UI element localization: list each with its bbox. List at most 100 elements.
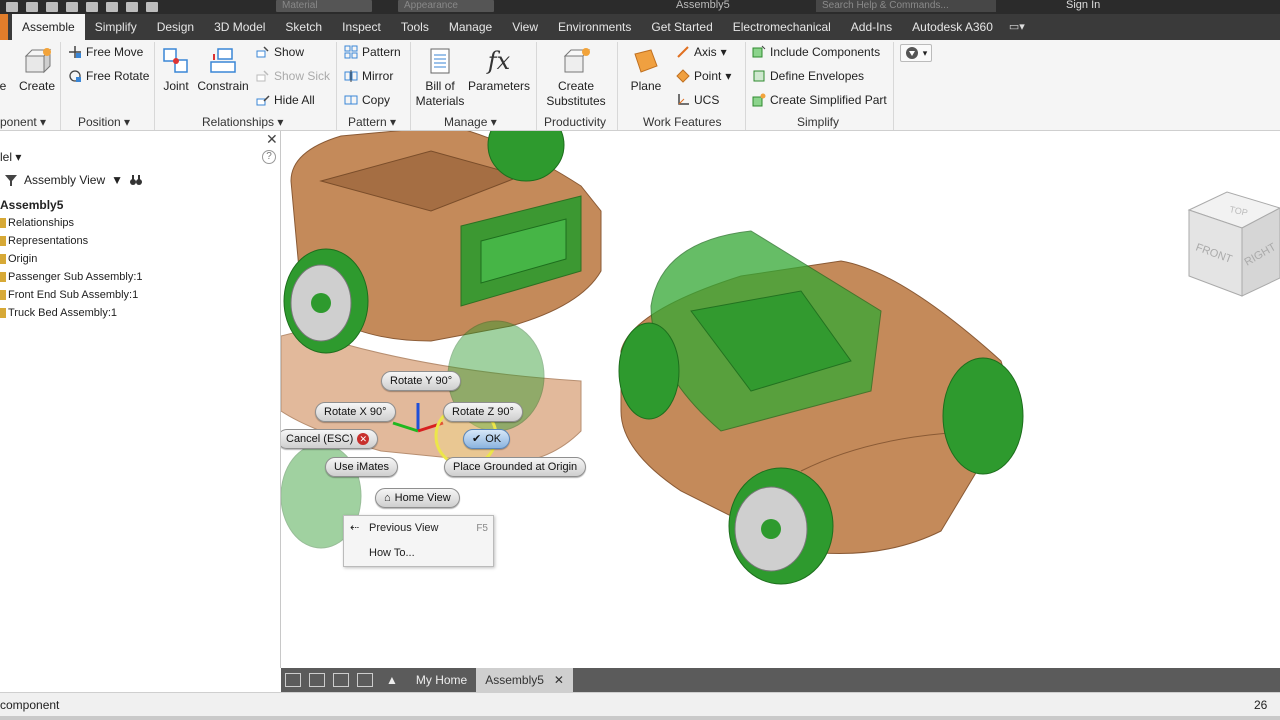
create-component-button[interactable]: Create bbox=[18, 46, 56, 94]
pattern-panel-label[interactable]: Pattern ▾ bbox=[348, 115, 396, 129]
arrange-vertical-icon[interactable] bbox=[357, 673, 373, 687]
joint-button[interactable]: Joint bbox=[158, 46, 194, 94]
rotate-y-button[interactable]: Rotate Y 90° bbox=[381, 371, 462, 391]
free-move-button[interactable]: Free Move bbox=[68, 45, 143, 59]
home-view-button[interactable]: ⌂ Home View bbox=[375, 488, 460, 508]
define-envelopes-label: Define Envelopes bbox=[770, 69, 865, 83]
rotate-x-button[interactable]: Rotate X 90° bbox=[315, 402, 396, 422]
ok-button[interactable]: ✔ OK bbox=[463, 429, 511, 449]
copy-button[interactable]: Copy bbox=[344, 93, 390, 107]
tab-add-ins[interactable]: Add-Ins bbox=[841, 14, 902, 40]
tab-manage[interactable]: Manage bbox=[439, 14, 502, 40]
include-components-label: Include Components bbox=[770, 45, 881, 59]
tab-electromechanical[interactable]: Electromechanical bbox=[723, 14, 841, 40]
new-icon[interactable] bbox=[6, 2, 18, 12]
folder-icon bbox=[0, 218, 6, 228]
save-icon[interactable] bbox=[46, 2, 58, 12]
binoculars-icon[interactable] bbox=[129, 173, 143, 187]
component-panel-label[interactable]: ponent ▾ bbox=[0, 115, 46, 129]
ucs-button[interactable]: UCS bbox=[676, 93, 719, 107]
tab-tools[interactable]: Tools bbox=[391, 14, 439, 40]
axis-button[interactable]: Axis ▾ bbox=[676, 45, 727, 59]
create-substitutes-button[interactable]: Create Substitutes bbox=[540, 46, 612, 109]
tab-my-home[interactable]: My Home bbox=[407, 668, 476, 692]
use-imates-button[interactable]: Use iMates bbox=[325, 457, 399, 477]
parameters-label: Parameters bbox=[467, 79, 531, 93]
cascade-icon[interactable] bbox=[285, 673, 301, 687]
navigation-icon bbox=[905, 47, 918, 59]
arrange-horizontal-icon[interactable] bbox=[333, 673, 349, 687]
tab-list-icon[interactable]: ▲ bbox=[377, 668, 407, 692]
tab-autodesk-a360[interactable]: Autodesk A360 bbox=[902, 14, 1003, 40]
manage-panel-label[interactable]: Manage ▾ bbox=[444, 115, 497, 129]
ribbon-options-icon[interactable]: ▭▾ bbox=[1003, 14, 1031, 40]
constrain-button[interactable]: Constrain bbox=[196, 46, 250, 94]
create-simplified-part-icon bbox=[752, 93, 766, 107]
close-icon[interactable]: ✕ bbox=[266, 131, 278, 148]
tab-design[interactable]: Design bbox=[147, 14, 204, 40]
tree-node-origin[interactable]: Origin bbox=[0, 250, 143, 268]
viewcube[interactable]: TOP FRONT RIGHT bbox=[1187, 188, 1280, 298]
tab-sketch[interactable]: Sketch bbox=[275, 14, 332, 40]
relationships-panel-label[interactable]: Relationships ▾ bbox=[202, 115, 283, 129]
bill-of-materials-button[interactable]: Bill of Materials bbox=[414, 46, 466, 109]
tab-simplify[interactable]: Simplify bbox=[85, 14, 147, 40]
tile-icon[interactable] bbox=[309, 673, 325, 687]
select-icon[interactable] bbox=[126, 2, 138, 12]
material-dropdown[interactable]: Material bbox=[276, 0, 372, 12]
graphics-window[interactable]: Rotate Y 90° Rotate X 90° Rotate Z 90° C… bbox=[281, 131, 1280, 668]
ribbon-extra-dropdown[interactable]: ▾ bbox=[900, 44, 932, 62]
home-icon[interactable] bbox=[66, 2, 78, 12]
tab-3d-model[interactable]: 3D Model bbox=[204, 14, 275, 40]
pattern-label: Pattern bbox=[362, 45, 401, 59]
undo-icon[interactable] bbox=[86, 2, 98, 12]
show-button[interactable]: Show bbox=[256, 45, 304, 59]
how-to-menu-item[interactable]: How To... bbox=[344, 541, 493, 566]
plane-button[interactable]: Plane bbox=[626, 46, 666, 94]
cancel-button[interactable]: Cancel (ESC) ✕ bbox=[281, 429, 379, 449]
parameters-button[interactable]: fx Parameters bbox=[468, 46, 530, 94]
model-browser: ✕ lel ▾ ? Assembly View ▼ Assembly5 Rela… bbox=[0, 131, 281, 668]
view-selector[interactable]: Assembly View ▼ bbox=[4, 173, 143, 187]
previous-view-menu-item[interactable]: ⇠ Previous View F5 bbox=[344, 516, 493, 541]
tab-view[interactable]: View bbox=[502, 14, 548, 40]
tree-node-front-end[interactable]: Front End Sub Assembly:1 bbox=[0, 286, 143, 304]
tab-inspect[interactable]: Inspect bbox=[332, 14, 391, 40]
position-panel-label[interactable]: Position ▾ bbox=[78, 115, 130, 129]
appearance-dropdown[interactable]: Appearance bbox=[398, 0, 494, 12]
rotate-z-button[interactable]: Rotate Z 90° bbox=[443, 402, 523, 422]
tree-node-relationships[interactable]: Relationships bbox=[0, 214, 143, 232]
point-button[interactable]: Point ▾ bbox=[676, 69, 731, 83]
tab-get-started[interactable]: Get Started bbox=[641, 14, 722, 40]
browser-header[interactable]: lel ▾ bbox=[0, 150, 21, 164]
free-rotate-button[interactable]: Free Rotate bbox=[68, 69, 149, 83]
tree-node-representations[interactable]: Representations bbox=[0, 232, 143, 250]
tree-node-root[interactable]: Assembly5 bbox=[0, 196, 143, 214]
sign-in-link[interactable]: Sign In bbox=[1066, 0, 1100, 11]
help-icon[interactable]: ? bbox=[262, 150, 276, 164]
free-rotate-icon bbox=[69, 70, 81, 82]
mirror-button[interactable]: Mirror bbox=[344, 69, 393, 83]
tab-assembly5[interactable]: Assembly5 ✕ bbox=[476, 668, 573, 692]
search-help-input[interactable]: Search Help & Commands... bbox=[816, 0, 996, 12]
update-icon[interactable] bbox=[146, 2, 158, 12]
hide-all-button[interactable]: Hide All bbox=[256, 93, 315, 107]
pattern-button[interactable]: Pattern bbox=[344, 45, 401, 59]
create-simplified-part-button[interactable]: Create Simplified Part bbox=[752, 93, 887, 107]
close-tab-icon[interactable]: ✕ bbox=[554, 668, 564, 692]
tree-node-truck-bed[interactable]: Truck Bed Assembly:1 bbox=[0, 304, 143, 322]
define-envelopes-button[interactable]: Define Envelopes bbox=[752, 69, 864, 83]
show-sick-button[interactable]: Show Sick bbox=[256, 69, 330, 83]
browser-footer bbox=[0, 668, 281, 692]
free-move-label: Free Move bbox=[86, 45, 144, 59]
include-components-button[interactable]: Include Components bbox=[752, 45, 880, 59]
place-button[interactable]: e bbox=[0, 46, 8, 94]
tree-node-passenger[interactable]: Passenger Sub Assembly:1 bbox=[0, 268, 143, 286]
tab-assemble[interactable]: Assemble bbox=[12, 14, 85, 40]
place-grounded-button[interactable]: Place Grounded at Origin bbox=[444, 457, 587, 477]
file-menu-button[interactable] bbox=[0, 14, 8, 40]
open-icon[interactable] bbox=[26, 2, 38, 12]
tab-environments[interactable]: Environments bbox=[548, 14, 641, 40]
redo-icon[interactable] bbox=[106, 2, 118, 12]
ribbon: e Create ponent ▾ Free Move Free Rotate … bbox=[0, 40, 1280, 131]
